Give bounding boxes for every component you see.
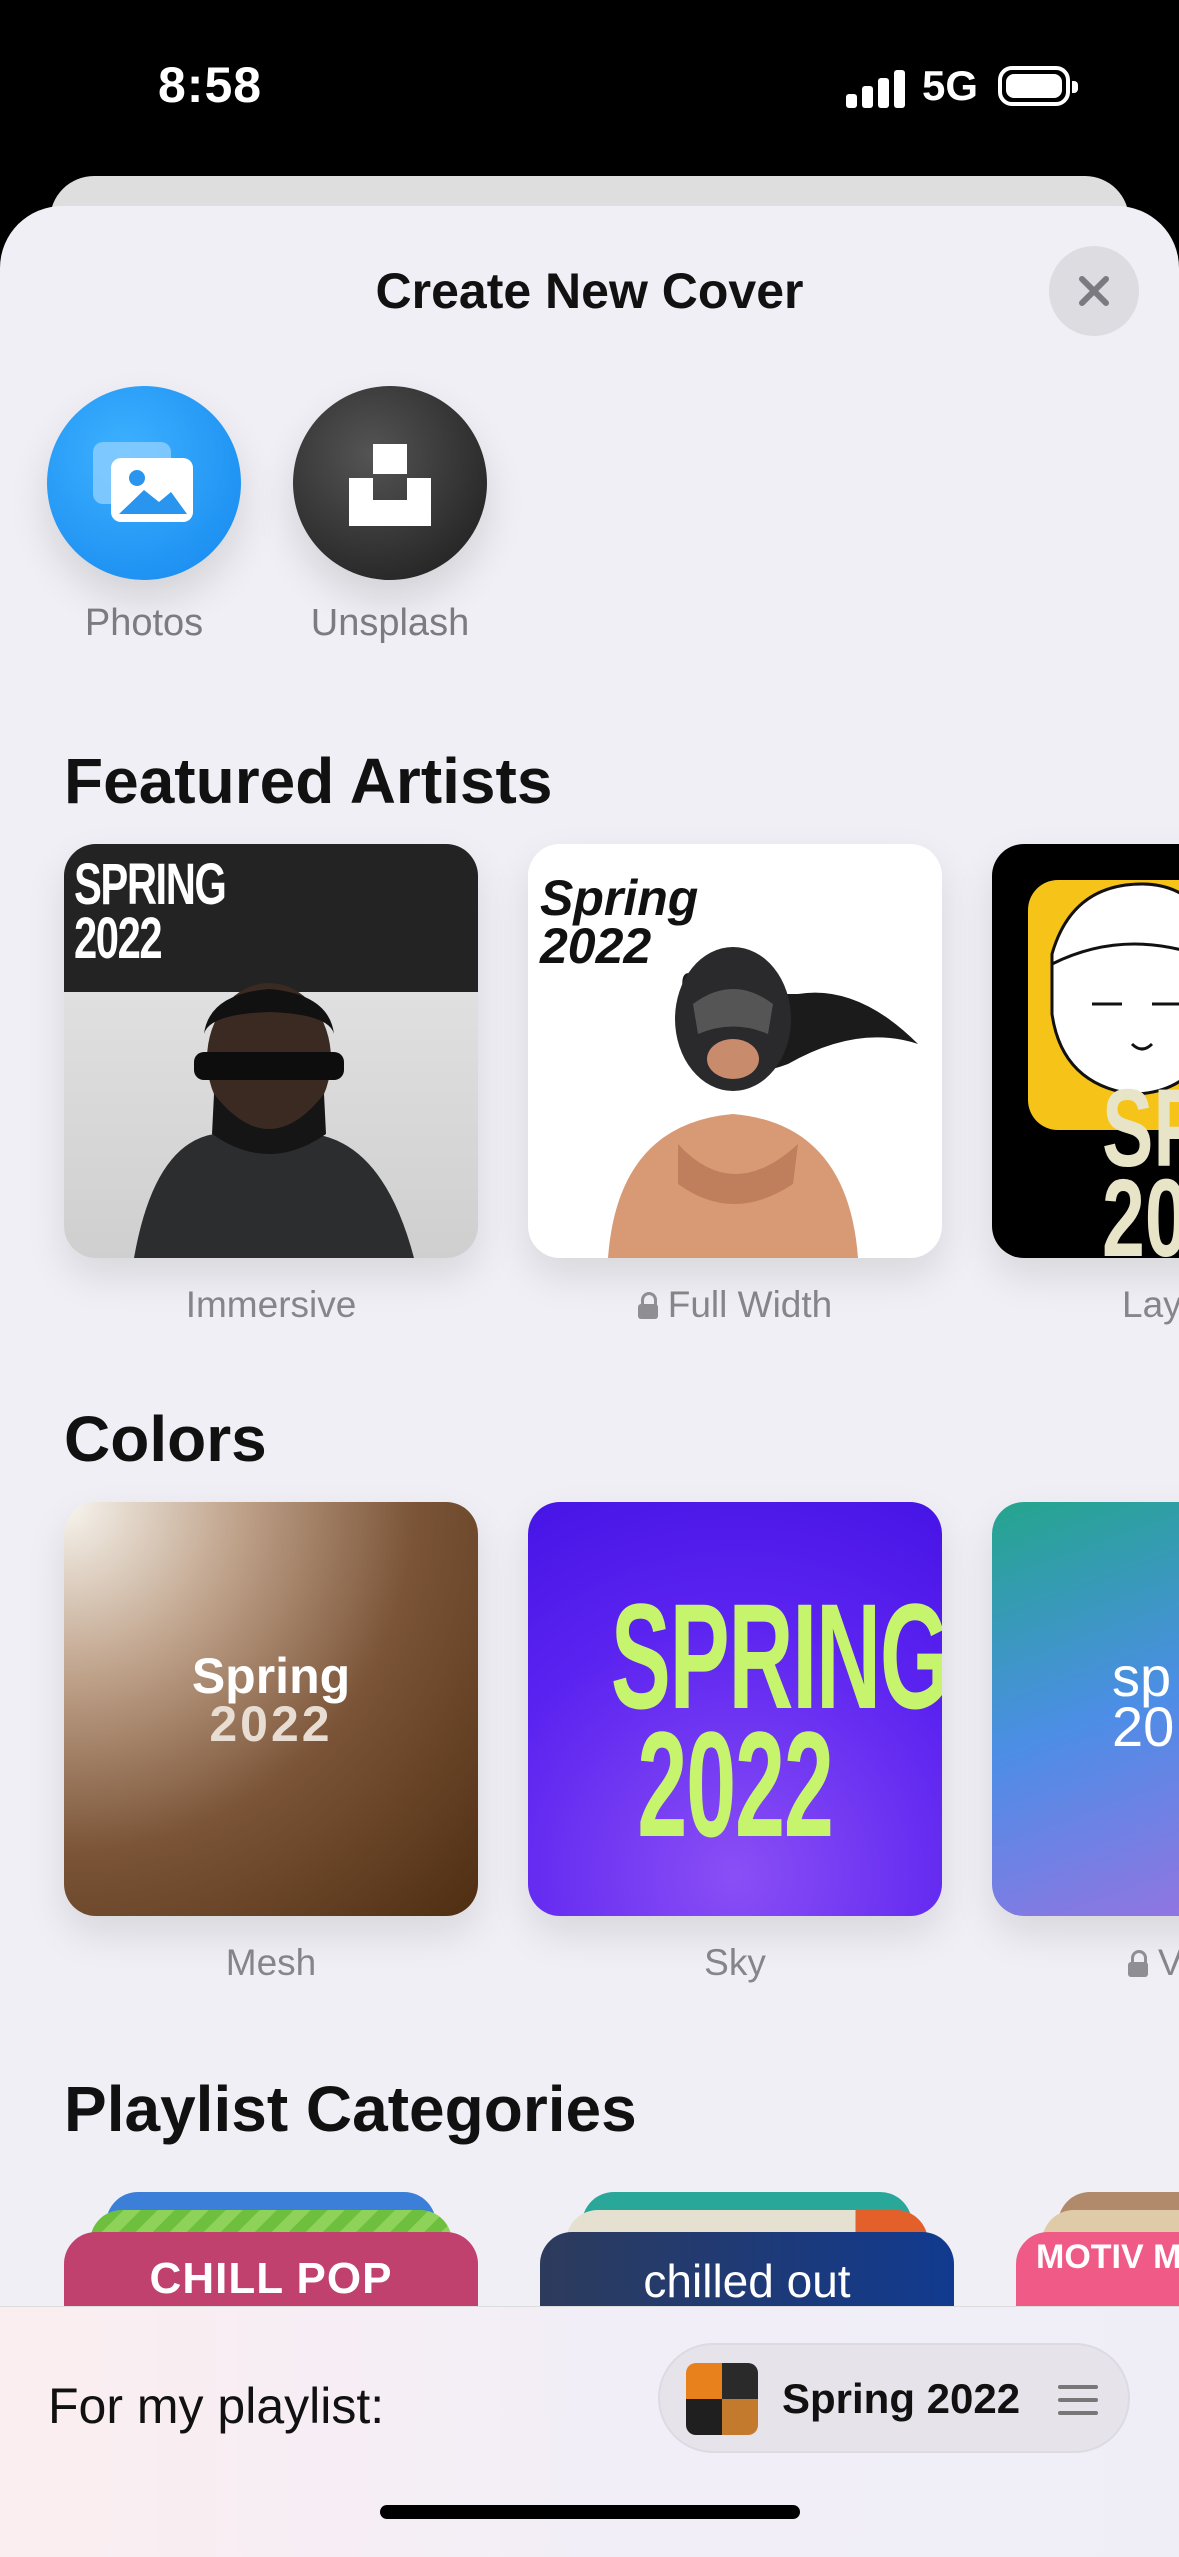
playlist-categories-row: CHILL POP chilled out MOTIV MIX [0,2192,1179,2352]
sheet-title: Create New Cover [375,263,804,319]
category-card-motiv-mix[interactable]: MOTIV MIX [1016,2192,1179,2352]
bottom-bar: For my playlist: Spring 2022 [0,2306,1179,2557]
artist-photo [134,983,414,1258]
featured-artists-row: SPRING 2022 Immersive Spring 2022 Full W… [0,844,1179,1326]
unsplash-source-button[interactable]: Unsplash [290,386,490,645]
network-type: 5G [922,62,979,109]
featured-artists-heading: Featured Artists [64,745,553,817]
featured-card-layered[interactable]: SPI20 Lay [992,844,1179,1326]
colors-row: Spring 2022 Mesh SPRING 2022 Sky sp 20 V [0,1502,1179,1984]
playlist-selector[interactable]: Spring 2022 [658,2343,1130,2453]
colors-heading: Colors [64,1403,267,1475]
for-my-playlist-label: For my playlist: [48,2378,385,2434]
create-cover-sheet: Create New Cover Photos Unsplash Feature… [0,206,1179,2556]
unsplash-label: Unsplash [310,602,470,644]
full-width-label: Full Width [528,1284,942,1326]
sky-artwork: SPRING 2022 [528,1502,942,1916]
close-button[interactable] [1049,246,1139,336]
category-card-chill-pop[interactable]: CHILL POP [64,2192,478,2352]
playlist-artwork [686,2363,758,2435]
status-time: 8:58 [158,57,263,113]
layered-artwork: SPI20 [992,844,1179,1258]
playlist-name: Spring 2022 [782,2375,1021,2422]
art-text: 20 [1102,1157,1179,1259]
sky-label: Sky [704,1942,766,1983]
mesh-label: Mesh [225,1942,317,1983]
category-label: MOTIV MIX [1036,2238,1179,2276]
playlist-categories-heading: Playlist Categories [64,2073,637,2145]
photos-label: Photos [84,602,204,644]
category-label: chilled out [643,2255,851,2307]
lock-icon [1128,1950,1148,1977]
cellular-signal-icon [846,68,906,108]
photos-source-button[interactable]: Photos [44,386,244,645]
color-card-mesh[interactable]: Spring 2022 Mesh [64,1502,478,1984]
vibrant-text: V [1158,1942,1179,1983]
close-icon [1079,276,1109,306]
immersive-label: Immersive [185,1284,357,1325]
layered-label: Lay [1122,1284,1179,1325]
home-indicator [380,2505,800,2519]
mesh-artwork: Spring 2022 [64,1502,478,1916]
unsplash-icon [293,386,487,580]
menu-icon [1058,2385,1098,2415]
color-card-vibrant[interactable]: sp 20 V [992,1502,1179,1984]
art-text: 2022 [637,1700,834,1868]
lock-icon [637,1292,658,1319]
full-width-text: Full Width [667,1284,833,1325]
category-label: CHILL POP [149,2254,393,2303]
status-bar: 8:58 5G [0,0,1179,170]
vibrant-artwork: sp 20 [992,1502,1179,1916]
featured-card-immersive[interactable]: SPRING 2022 Immersive [64,844,478,1326]
vibrant-label: V [992,1942,1179,1984]
art-text: 2022 [209,1696,333,1752]
featured-card-full-width[interactable]: Spring 2022 Full Width [528,844,942,1326]
battery-icon [998,66,1078,106]
art-text: 20 [1112,1695,1175,1758]
immersive-artwork: SPRING 2022 [64,844,478,1258]
art-text: 2022 [540,918,652,974]
category-card-chilled-out[interactable]: chilled out [540,2192,954,2352]
color-card-sky[interactable]: SPRING 2022 Sky [528,1502,942,1984]
full-width-artwork: Spring 2022 [528,844,942,1258]
photos-icon [47,386,241,580]
